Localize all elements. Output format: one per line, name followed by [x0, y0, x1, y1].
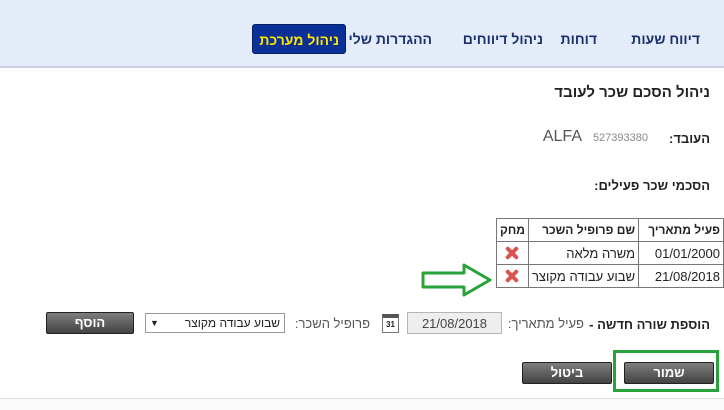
header-profile: שם פרופיל השכר [527, 218, 640, 242]
row-profile: שבוע עבודה מקוצר [527, 264, 640, 288]
add-button[interactable]: הוסף [46, 312, 134, 334]
new-row-label: הוספת שורה חדשה - [589, 317, 710, 332]
table-row: 01/01/2000 משרה מלאה [496, 241, 724, 265]
header-delete: מחק [496, 218, 529, 242]
nav-item-system-management[interactable]: ניהול מערכת [252, 24, 346, 54]
row-profile: משרה מלאה [527, 241, 640, 265]
row-delete-cell [496, 264, 529, 288]
header-from-date: פעיל מתאריך [638, 218, 724, 242]
row-from-date: 21/08/2018 [638, 264, 724, 288]
nav-item-my-settings[interactable]: ההגדרות שלי [348, 31, 432, 47]
active-agreements-title: הסכמי שכר פעילים: [594, 178, 710, 193]
from-date-input[interactable] [407, 312, 502, 334]
nav-item-reports[interactable]: דוחות [561, 31, 597, 47]
profile-select-value: שבוע עבודה מקוצר [184, 316, 280, 330]
table-header-row: פעיל מתאריך שם פרופיל השכר מחק [496, 218, 724, 242]
from-date-label: פעיל מתאריך: [507, 316, 584, 331]
top-navigation: דיווח שעות דוחות ניהול דיווחים ההגדרות ש… [0, 0, 724, 68]
row-from-date: 01/01/2000 [638, 241, 724, 265]
page-title: ניהול הסכם שכר לעובד [554, 84, 710, 101]
nav-item-time-reporting[interactable]: דיווח שעות [631, 31, 700, 47]
footer-bar [0, 398, 724, 410]
employee-label: העובד: [669, 131, 710, 146]
profile-select[interactable]: שבוע עבודה מקוצר ▼ [145, 313, 285, 333]
cancel-button[interactable]: ביטול [522, 362, 612, 384]
employee-name: ALFA [542, 128, 582, 145]
table-row: 21/08/2018 שבוע עבודה מקוצר [496, 264, 724, 288]
nav-item-manage-reports[interactable]: ניהול דיווחים [463, 31, 543, 47]
delete-icon[interactable] [504, 268, 520, 284]
annotation-arrow-icon [421, 263, 492, 297]
save-button[interactable]: שמור [624, 362, 714, 384]
employee-id: 527393380 [592, 132, 648, 144]
delete-icon[interactable] [504, 245, 520, 261]
row-delete-cell [496, 241, 529, 265]
agreements-table: פעיל מתאריך שם פרופיל השכר מחק 01/01/200… [496, 218, 724, 288]
chevron-down-icon: ▼ [150, 318, 159, 328]
calendar-icon[interactable]: 31 [382, 314, 399, 333]
profile-label: פרופיל השכר: [294, 316, 370, 331]
